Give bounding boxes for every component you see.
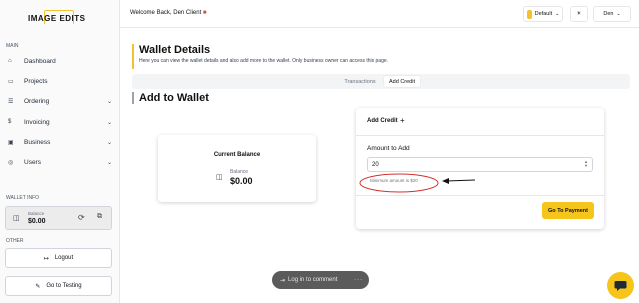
theme-swatch-icon [526,9,532,19]
wallet-info-label: WALLET INFO [6,195,40,201]
sidebar-item-dashboard[interactable]: ⌂ Dashboard [8,54,112,68]
chevron-down-icon: ⌄ [106,98,112,105]
balance-card-value: $0.00 [230,176,253,186]
go-to-payment-button[interactable]: Go To Payment [542,202,594,219]
minimum-amount-hint: Minimum amount is $20 [370,178,418,183]
list-icon: ☰ [8,98,14,105]
wallet-icon: ◫ [13,215,20,222]
sidebar-item-invoicing[interactable]: $ Invoicing ⌄ [8,115,112,129]
refresh-icon[interactable]: ⟳ [78,213,85,222]
sidebar: IMAGE EDITS MAIN ⌂ Dashboard ▭ Projects … [0,0,120,303]
log-in-to-comment-bar[interactable]: ⇥ Log in to comment ··· [272,271,369,289]
tab-bar: Transactions Add Credit [132,74,630,89]
add-credit-header: Add Credit + [356,108,604,136]
more-options-icon[interactable]: ··· [354,277,363,283]
sidebar-item-users[interactable]: ◎ Users ⌄ [8,155,112,169]
login-icon: ⇥ [280,277,286,284]
sidebar-item-label: Users [24,158,41,166]
welcome-text: Welcome Back, Den Client [130,10,202,16]
chevron-down-icon: ⌄ [106,139,112,146]
sidebar-item-label: Projects [24,77,48,85]
other-section-label: OTHER [6,238,24,244]
add-credit-card: Add Credit + Amount to Add 20 ▲ ▼ Minimum… [356,108,604,229]
wallet-balance-value: $0.00 [28,218,46,225]
logout-button[interactable]: ↦ Logout [5,248,112,268]
amount-input[interactable]: 20 ▲ ▼ [367,157,593,172]
wallet-summary: ◫ Balance $0.00 ⟳ ⧉ [5,206,112,230]
home-icon: ⌂ [8,58,12,64]
sidebar-item-projects[interactable]: ▭ Projects [8,74,112,88]
users-icon: ◎ [8,159,14,166]
user-menu[interactable]: Den ⌄ [593,6,631,22]
tab-transactions[interactable]: Transactions [340,76,380,87]
sidebar-item-label: Business [24,138,51,146]
gift-icon: ■ [202,10,207,16]
sidebar-item-label: Dashboard [24,57,56,65]
sun-icon: ☀ [576,11,582,17]
logout-icon: ↦ [43,255,49,262]
logo: IMAGE EDITS [28,8,92,28]
chevron-down-icon: ⌄ [616,11,621,17]
chevron-down-icon: ⌄ [106,119,112,126]
chevron-down-icon: ⌄ [106,159,112,166]
theme-select-value: Default [534,11,553,17]
sidebar-item-label: Ordering [24,97,50,105]
dollar-icon: $ [8,119,12,125]
add-credit-title: Add Credit [367,118,398,124]
page-title: Wallet Details [139,44,211,56]
comment-bar-label: Log in to comment [288,277,338,283]
section-title: Add to Wallet [132,92,209,104]
amount-label: Amount to Add [367,145,410,152]
sidebar-item-ordering[interactable]: ☰ Ordering ⌄ [8,94,112,108]
external-link-icon[interactable]: ⧉ [97,213,102,221]
balance-card-label: Balance [230,169,249,175]
theme-select[interactable]: Default ⌄ [523,6,563,22]
sidebar-item-label: Invoicing [24,118,50,126]
user-menu-label: Den [603,11,614,17]
chat-button[interactable] [607,272,634,299]
briefcase-icon: ▣ [8,139,14,146]
sidebar-item-business[interactable]: ▣ Business ⌄ [8,135,112,149]
go-to-testing-button[interactable]: ✎ Go to Testing [5,276,112,296]
current-balance-card: Current Balance ◫ Balance $0.00 [158,135,316,202]
wallet-balance-label: Balance [28,211,45,216]
page-title-block: Wallet Details Here you can view the wal… [132,44,388,69]
light-mode-toggle[interactable]: ☀ [570,6,588,22]
wallet-icon: ◫ [216,174,223,181]
tab-add-credit[interactable]: Add Credit [384,76,420,87]
plus-icon: + [400,116,405,125]
amount-input-value: 20 [372,161,379,168]
top-header: Welcome Back, Den Client ■ Default ⌄ ☀ D… [120,0,639,28]
go-to-testing-label: Go to Testing [46,283,82,289]
page-subtitle: Here you can view the wallet details and… [139,58,389,64]
main-section-label: MAIN [6,43,19,49]
logo-text: IMAGE EDITS [28,14,86,23]
folder-icon: ▭ [8,78,14,85]
balance-card-title: Current Balance [213,152,261,158]
wrench-icon: ✎ [35,283,41,290]
welcome-message: Welcome Back, Den Client ■ [130,10,207,16]
number-stepper-icon[interactable]: ▲ ▼ [584,160,588,168]
chevron-down-icon: ⌄ [555,11,560,17]
logout-label: Logout [54,255,74,261]
chat-bubble-icon [614,280,627,291]
